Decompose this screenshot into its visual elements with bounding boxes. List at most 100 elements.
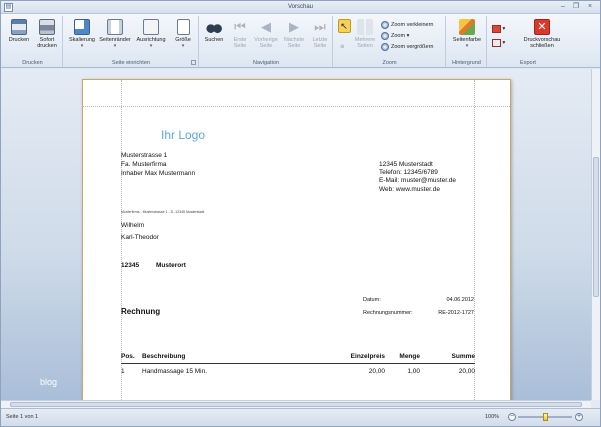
pointer-icon: ↖ bbox=[337, 19, 351, 33]
zoom-minus-icon[interactable]: − bbox=[508, 413, 516, 421]
last-page-label: Letzte Seite bbox=[312, 37, 328, 49]
window-title: Vorschau bbox=[287, 4, 314, 10]
orientation-dropdown-icon: ▾ bbox=[149, 43, 153, 49]
contact-line: Telefon: 12345/6789 bbox=[379, 169, 438, 176]
group-label-navigation: Navigation bbox=[253, 60, 279, 66]
restore-icon[interactable]: ❐ bbox=[571, 3, 581, 12]
document-page: Ihr Logo Musterstrasse 1 Fa. Musterfirma… bbox=[82, 79, 511, 409]
size-dropdown-icon: ▾ bbox=[181, 43, 185, 49]
group-drucken: Drucken Sofort drucken Drucken bbox=[3, 16, 63, 67]
next-page-label: Nächste Seite bbox=[283, 37, 305, 49]
ribbon: Drucken Sofort drucken Drucken Skalierun… bbox=[1, 14, 600, 68]
horizontal-scroll-thumb[interactable] bbox=[10, 402, 582, 407]
col-unit-header: Einzelpreis bbox=[350, 353, 385, 360]
printer-icon bbox=[11, 19, 27, 35]
export-pdf-button[interactable]: ▾ bbox=[492, 24, 505, 34]
horizontal-scrollbar[interactable] bbox=[1, 400, 591, 408]
recipient-city: Musterort bbox=[156, 262, 186, 269]
recipient-zip: 12345 bbox=[121, 262, 140, 269]
zoom-percentage: 100% bbox=[485, 414, 500, 420]
zoom-plus-icon[interactable]: + bbox=[575, 413, 583, 421]
orientation-button[interactable]: Ausrichtung ▾ bbox=[134, 19, 168, 49]
close-preview-button[interactable]: ✕ Druckvorschau schließen bbox=[518, 19, 566, 49]
col-desc-header: Beschreibung bbox=[142, 353, 186, 360]
page-size-icon bbox=[176, 19, 190, 35]
export-file-button[interactable]: ▾ bbox=[492, 38, 505, 48]
zoom-out-icon bbox=[381, 20, 389, 29]
orientation-icon bbox=[143, 19, 159, 35]
row-unit: 20,00 bbox=[368, 368, 385, 375]
row-desc: Handmassage 15 Min. bbox=[142, 368, 208, 375]
minimize-icon[interactable]: – bbox=[558, 3, 568, 12]
quick-print-button[interactable]: Sofort drucken bbox=[33, 19, 61, 49]
zoom-icon bbox=[381, 31, 389, 40]
date-value: 04.06.2012 bbox=[446, 297, 474, 303]
logo-text: Ihr Logo bbox=[161, 128, 206, 142]
row-sum: 20,00 bbox=[458, 368, 475, 375]
close-preview-label: Druckvorschau schließen bbox=[523, 37, 561, 49]
sender-line: Inhaber Max Mustermann bbox=[121, 170, 196, 177]
quick-print-label: Sofort drucken bbox=[37, 37, 57, 49]
first-page-label: Erste Seite bbox=[233, 37, 247, 49]
zoom-button[interactable]: Zoom ▾ bbox=[381, 31, 409, 41]
date-label: Datum: bbox=[363, 297, 381, 303]
zoom-label: Zoom bbox=[391, 33, 406, 39]
table-header: Pos. Beschreibung Einzelpreis Menge Summ… bbox=[121, 352, 475, 364]
invoice-heading: Rechnung bbox=[121, 307, 161, 316]
prev-page-icon: ◀ bbox=[261, 19, 271, 34]
scale-dropdown-icon: ▾ bbox=[80, 43, 84, 49]
magnifier-icon[interactable]: ⊕ bbox=[340, 42, 345, 52]
vertical-scroll-thumb[interactable] bbox=[593, 157, 599, 297]
row-pos: 1 bbox=[121, 368, 125, 375]
size-button[interactable]: Größe ▾ bbox=[170, 19, 196, 49]
multi-page-button[interactable]: Mehrere Seiten bbox=[352, 19, 378, 49]
multi-page-icon bbox=[357, 19, 373, 35]
row-qty: 1,00 bbox=[407, 368, 420, 375]
search-button[interactable]: Suchen bbox=[202, 19, 226, 43]
first-page-button[interactable]: ⏮ Erste Seite bbox=[228, 19, 252, 49]
group-export: ▾ ▾ ✕ Druckvorschau schließen Export bbox=[488, 16, 568, 67]
prev-page-button[interactable]: ◀ Vorherige Seite bbox=[253, 19, 279, 49]
margins-button[interactable]: Seitenränder ▾ bbox=[98, 19, 132, 49]
recipient-line: Karl-Theodor bbox=[121, 234, 159, 241]
search-label: Suchen bbox=[204, 37, 224, 43]
group-label-export: Export bbox=[520, 60, 536, 66]
scale-button[interactable]: Skalierung ▾ bbox=[66, 19, 98, 49]
contact-line: Web: www.muster.de bbox=[379, 186, 440, 193]
group-zoom: ↖ ⊕ Mehrere Seiten Zoom verkleinern Zoom… bbox=[334, 16, 446, 67]
close-icon: ✕ bbox=[534, 19, 550, 35]
zoom-in-button[interactable]: Zoom vergrößern bbox=[381, 42, 434, 52]
group-label-zoom: Zoom bbox=[382, 60, 397, 66]
invoice-number-value: RE-2012-1727 bbox=[438, 310, 474, 316]
page-color-button[interactable]: Seitenfarbe ▾ bbox=[449, 19, 485, 49]
paint-bucket-icon bbox=[459, 19, 475, 35]
margins-icon bbox=[107, 19, 123, 35]
group-seite-einrichten: Skalierung ▾ Seitenränder ▾ Ausrichtung … bbox=[64, 16, 199, 67]
group-hintergrund: Seitenfarbe ▾ Hintergrund bbox=[447, 16, 487, 67]
binoculars-icon bbox=[206, 19, 222, 35]
zoom-out-button[interactable]: Zoom verkleinern bbox=[381, 20, 434, 30]
print-button[interactable]: Drucken bbox=[6, 19, 32, 43]
top-margin-guide bbox=[83, 106, 510, 107]
zoom-out-label: Zoom verkleinern bbox=[391, 22, 434, 28]
page-color-dropdown-icon: ▾ bbox=[465, 43, 469, 49]
sender-line: Musterstrasse 1 bbox=[121, 152, 168, 159]
sender-line: Fa. Musterfirma bbox=[121, 161, 167, 168]
scale-icon bbox=[74, 19, 90, 35]
next-page-button[interactable]: ▶ Nächste Seite bbox=[281, 19, 307, 49]
last-page-button[interactable]: ⏭ Letzte Seite bbox=[308, 19, 332, 49]
col-qty-header: Menge bbox=[399, 353, 420, 360]
vertical-scrollbar[interactable] bbox=[591, 69, 600, 400]
zoom-slider-handle[interactable] bbox=[543, 413, 548, 421]
recipient-line: Wilhelm bbox=[121, 222, 145, 229]
pdf-icon bbox=[492, 24, 501, 33]
close-window-icon[interactable]: × bbox=[585, 3, 595, 12]
prev-page-label: Vorherige Seite bbox=[254, 37, 278, 49]
first-page-icon: ⏮ bbox=[234, 19, 246, 34]
pointer-button[interactable]: ↖ bbox=[337, 19, 351, 35]
contact-line: 12345 Musterstadt bbox=[379, 161, 433, 168]
col-sum-header: Summe bbox=[451, 353, 475, 360]
export-file-icon bbox=[492, 38, 501, 47]
print-label: Drucken bbox=[8, 37, 30, 43]
margins-dropdown-icon: ▾ bbox=[113, 43, 117, 49]
